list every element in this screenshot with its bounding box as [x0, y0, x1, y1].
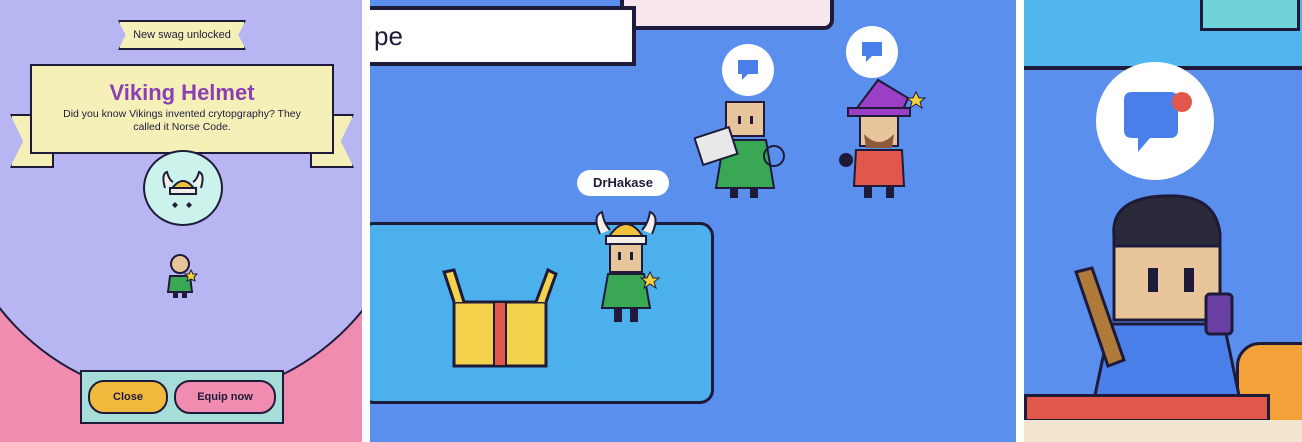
equip-now-button[interactable]: Equip now — [174, 380, 276, 414]
top-bar-element — [1200, 0, 1300, 31]
item-title: Viking Helmet — [109, 80, 255, 105]
viking-helmet-icon — [162, 170, 204, 208]
chat-icon — [738, 60, 758, 80]
modal-action-bar: Close Equip now — [80, 370, 284, 424]
floor-railing — [1024, 420, 1302, 442]
red-platform — [1024, 394, 1270, 422]
npc-wizard[interactable] — [832, 78, 928, 202]
close-button[interactable]: Close — [88, 380, 168, 414]
swag-unlock-panel: New swag unlocked Viking Helmet Did you … — [0, 0, 362, 442]
npc-chat-bubble-1[interactable] — [722, 44, 774, 96]
world-sign-box — [620, 0, 834, 30]
chat-text-field[interactable]: pe — [370, 6, 636, 66]
npc-chat-bubble-2[interactable] — [846, 26, 898, 78]
player-character-closeup — [1074, 194, 1242, 400]
player-name-tag: DrHakase — [577, 170, 669, 196]
game-world-panel: pe DrHakase — [370, 0, 1016, 442]
item-banner: Viking Helmet Did you know Vikings inven… — [30, 64, 334, 154]
gift-box-icon[interactable] — [440, 268, 560, 372]
npc-with-laptop[interactable] — [694, 96, 790, 204]
notification-chat-bubble[interactable] — [1096, 62, 1214, 180]
new-swag-ribbon: New swag unlocked — [118, 20, 246, 50]
zoomed-notification-panel — [1024, 0, 1302, 442]
item-description: Did you know Vikings invented crytopgrap… — [63, 108, 301, 133]
chat-icon — [862, 42, 882, 62]
item-preview-badge — [143, 150, 223, 226]
viking-player-character[interactable] — [588, 204, 664, 328]
chat-notification-icon — [1124, 92, 1192, 152]
player-avatar — [166, 254, 199, 298]
